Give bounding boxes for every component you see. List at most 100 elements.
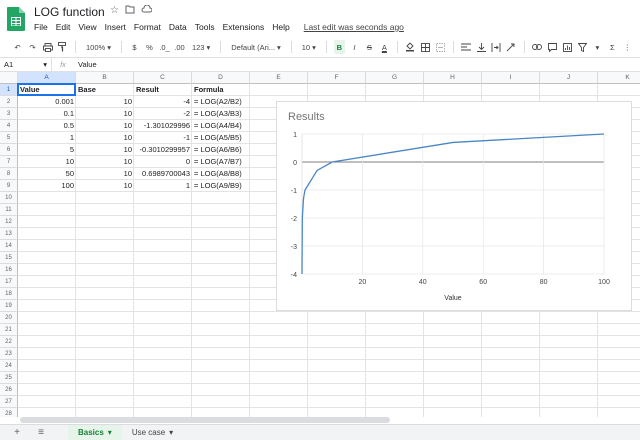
column-header-h[interactable]: H: [424, 72, 482, 84]
menu-extensions[interactable]: Extensions: [223, 22, 265, 32]
header-cell-c[interactable]: Result: [134, 84, 192, 96]
column-header-e[interactable]: E: [250, 72, 308, 84]
row-header-18[interactable]: 18: [0, 288, 18, 300]
row-header-11[interactable]: 11: [0, 204, 18, 216]
header-cell-b[interactable]: Base: [76, 84, 134, 96]
row-header-19[interactable]: 19: [0, 300, 18, 312]
document-title[interactable]: LOG function: [34, 5, 105, 19]
cell-c9[interactable]: 1: [134, 180, 192, 192]
merge-cells-icon[interactable]: [435, 40, 446, 54]
undo-icon[interactable]: ↶: [12, 40, 23, 54]
select-all-corner[interactable]: [0, 72, 18, 84]
cell-a4[interactable]: 0.5: [18, 120, 76, 132]
cell-d7[interactable]: = LOG(A7/B7): [192, 156, 250, 168]
print-icon[interactable]: [42, 40, 53, 54]
menu-format[interactable]: Format: [134, 22, 161, 32]
cell-b8[interactable]: 10: [76, 168, 134, 180]
cell-a9[interactable]: 100: [18, 180, 76, 192]
row-header-3[interactable]: 3: [0, 108, 18, 120]
row-header-28[interactable]: 28: [0, 408, 18, 417]
star-icon[interactable]: ☆: [110, 5, 119, 17]
row-header-1[interactable]: 1: [0, 84, 18, 96]
cell-d8[interactable]: = LOG(A8/B8): [192, 168, 250, 180]
row-header-20[interactable]: 20: [0, 312, 18, 324]
horizontal-align-icon[interactable]: [461, 40, 472, 54]
borders-icon[interactable]: [420, 40, 431, 54]
cell-d5[interactable]: = LOG(A5/B5): [192, 132, 250, 144]
row-header-21[interactable]: 21: [0, 324, 18, 336]
percent-format-button[interactable]: %: [144, 40, 155, 54]
column-header-g[interactable]: G: [366, 72, 424, 84]
zoom-select[interactable]: 100% ▾: [83, 43, 114, 52]
more-options-icon[interactable]: ⋮: [622, 40, 633, 54]
column-header-d[interactable]: D: [192, 72, 250, 84]
cell-a6[interactable]: 5: [18, 144, 76, 156]
cell-c3[interactable]: -2: [134, 108, 192, 120]
insert-comment-icon[interactable]: [547, 40, 558, 54]
sheet-tab-basics[interactable]: Basics ▾: [68, 424, 122, 440]
menu-view[interactable]: View: [78, 22, 96, 32]
cell-b3[interactable]: 10: [76, 108, 134, 120]
cell-d3[interactable]: = LOG(A3/B3): [192, 108, 250, 120]
cell-d9[interactable]: = LOG(A9/B9): [192, 180, 250, 192]
row-header-7[interactable]: 7: [0, 156, 18, 168]
column-header-j[interactable]: J: [540, 72, 598, 84]
cell-a2[interactable]: 0.001: [18, 96, 76, 108]
menu-tools[interactable]: Tools: [195, 22, 215, 32]
row-header-15[interactable]: 15: [0, 252, 18, 264]
decrease-decimal-button[interactable]: .0_: [159, 40, 170, 54]
cell-a3[interactable]: 0.1: [18, 108, 76, 120]
font-select[interactable]: Default (Ari... ▾: [228, 43, 284, 52]
cell-c2[interactable]: -4: [134, 96, 192, 108]
cell-a8[interactable]: 50: [18, 168, 76, 180]
cell-c7[interactable]: 0: [134, 156, 192, 168]
cell-a7[interactable]: 10: [18, 156, 76, 168]
font-size-select[interactable]: 10 ▾: [299, 43, 319, 52]
row-header-9[interactable]: 9: [0, 180, 18, 192]
cell-c5[interactable]: -1: [134, 132, 192, 144]
cell-a5[interactable]: 1: [18, 132, 76, 144]
currency-format-button[interactable]: $: [129, 40, 140, 54]
column-header-a[interactable]: A: [18, 72, 76, 84]
row-header-22[interactable]: 22: [0, 336, 18, 348]
row-header-16[interactable]: 16: [0, 264, 18, 276]
paint-format-icon[interactable]: [57, 40, 68, 54]
row-header-10[interactable]: 10: [0, 192, 18, 204]
cell-b4[interactable]: 10: [76, 120, 134, 132]
row-header-8[interactable]: 8: [0, 168, 18, 180]
filter-icon[interactable]: [577, 40, 588, 54]
row-header-24[interactable]: 24: [0, 360, 18, 372]
horizontal-scrollbar[interactable]: [20, 417, 390, 423]
cell-b2[interactable]: 10: [76, 96, 134, 108]
row-header-6[interactable]: 6: [0, 144, 18, 156]
menu-edit[interactable]: Edit: [56, 22, 71, 32]
menu-insert[interactable]: Insert: [105, 22, 126, 32]
fill-color-icon[interactable]: [405, 40, 416, 54]
redo-icon[interactable]: ↷: [27, 40, 38, 54]
row-header-4[interactable]: 4: [0, 120, 18, 132]
row-header-5[interactable]: 5: [0, 132, 18, 144]
sheets-logo-icon[interactable]: [6, 6, 26, 32]
increase-decimal-button[interactable]: .00: [174, 40, 185, 54]
row-header-12[interactable]: 12: [0, 216, 18, 228]
number-format-select[interactable]: 123 ▾: [189, 43, 213, 52]
text-color-button[interactable]: A: [379, 40, 390, 54]
header-cell-a[interactable]: Value: [18, 84, 76, 96]
column-header-f[interactable]: F: [308, 72, 366, 84]
column-header-c[interactable]: C: [134, 72, 192, 84]
vertical-align-icon[interactable]: [476, 40, 487, 54]
strikethrough-button[interactable]: S: [364, 40, 375, 54]
row-header-25[interactable]: 25: [0, 372, 18, 384]
cell-d4[interactable]: = LOG(A4/B4): [192, 120, 250, 132]
text-rotation-icon[interactable]: [506, 40, 517, 54]
row-header-14[interactable]: 14: [0, 240, 18, 252]
header-cell-d[interactable]: Formula: [192, 84, 250, 96]
cell-d6[interactable]: = LOG(A6/B6): [192, 144, 250, 156]
cell-c4[interactable]: -1.301029996: [134, 120, 192, 132]
menu-data[interactable]: Data: [169, 22, 187, 32]
cell-b9[interactable]: 10: [76, 180, 134, 192]
menu-help[interactable]: Help: [272, 22, 289, 32]
text-wrap-icon[interactable]: [491, 40, 502, 54]
column-header-b[interactable]: B: [76, 72, 134, 84]
results-chart[interactable]: Results 1 0 -1 -2 -3 -4 20 40 60 80 100 Value: [276, 101, 632, 311]
